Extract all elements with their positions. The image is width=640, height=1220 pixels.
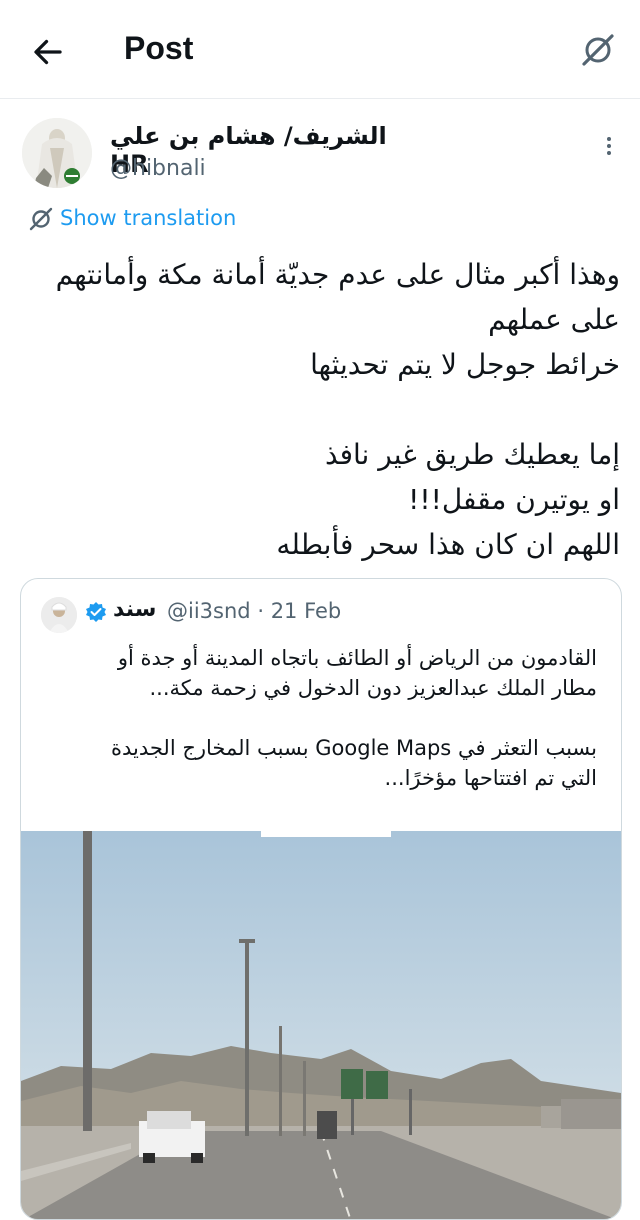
quoted-line: القادمون من الرياض أو الطائف باتجاه المد… [117, 646, 597, 670]
avatar[interactable] [22, 118, 92, 188]
post-author: الشريف/ هشام بن علي HR @hibnali [0, 98, 640, 198]
more-vertical-icon[interactable] [604, 134, 614, 164]
quoted-meta: @ii3snd · 21 Feb [167, 599, 341, 623]
quoted-line [41, 703, 597, 733]
show-translation-label: Show translation [60, 206, 237, 230]
author-handle[interactable]: @hibnali [110, 156, 206, 181]
post-body: وهذا أكبر مثال على عدم جديّة أمانة مكة و… [20, 252, 620, 567]
quoted-post[interactable]: سند @ii3snd · 21 Feb القادمون من الرياض … [20, 578, 622, 1220]
post-line: على عملهم [488, 303, 620, 336]
separator: · [257, 599, 264, 623]
post-line: اللهم ان كان هذا سحر فأبطله [276, 528, 620, 561]
quoted-handle: @ii3snd [167, 599, 251, 623]
quoted-line: بسبب التعثر في Google Maps بسبب المخارج … [110, 736, 597, 760]
top-bar: Post [0, 0, 640, 99]
verified-badge-icon [86, 602, 106, 622]
post-line [20, 387, 620, 432]
quoted-avatar [41, 597, 77, 633]
post-line: وهذا أكبر مثال على عدم جديّة أمانة مكة و… [55, 258, 620, 291]
grok-icon[interactable] [578, 30, 618, 70]
quoted-video-thumbnail[interactable] [21, 831, 621, 1220]
post-line: خرائط جوجل لا يتم تحديثها [310, 348, 620, 381]
quoted-line: مطار الملك عبدالعزيز دون الدخول في زحمة … [149, 676, 598, 700]
quoted-date: 21 Feb [270, 599, 342, 623]
post-line: او يوتيرن مقفل!!! [408, 483, 620, 516]
quoted-line: التي تم افتتاحها مؤخرًا... [384, 766, 597, 790]
page-title: Post [124, 30, 194, 66]
arrow-left-icon[interactable] [30, 34, 66, 70]
post-line: إما يعطيك طريق غير نافذ [324, 438, 620, 471]
quoted-author-name: سند [113, 597, 157, 622]
quoted-post-header: سند @ii3snd · 21 Feb [21, 579, 621, 639]
translate-icon [29, 207, 53, 231]
quoted-post-body: القادمون من الرياض أو الطائف باتجاه المد… [41, 643, 597, 793]
